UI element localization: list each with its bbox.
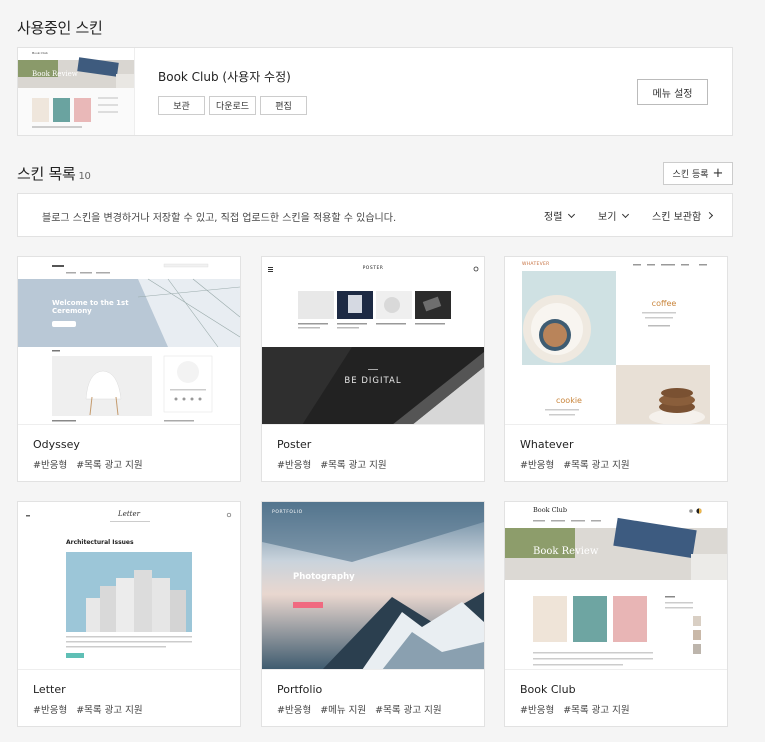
skin-card-odyssey[interactable]: Welcome to the 1st Ceremony Odyssey #반응형… — [17, 256, 241, 482]
skin-list-toolbar: 블로그 스킨을 변경하거나 저장할 수 있고, 직접 업로드한 스킨을 적용할 … — [17, 193, 733, 237]
chevron-right-icon — [706, 211, 714, 220]
chevron-down-icon — [568, 210, 576, 218]
skin-thumbnail-odyssey: Welcome to the 1st Ceremony — [18, 257, 240, 425]
portfolio-thumb-brand: PORTFOLIO — [272, 510, 303, 515]
skin-tag: #목록 광고 지원 — [563, 460, 630, 471]
plus-icon: + — [712, 166, 724, 181]
letter-thumb-brand: Letter — [118, 510, 140, 518]
skin-name: Book Club — [520, 683, 576, 696]
skin-thumbnail-poster: POSTER BE DIGITAL — [262, 257, 484, 425]
sort-dropdown[interactable]: 정렬 — [544, 208, 576, 223]
skin-tag: #반응형 — [277, 705, 312, 716]
skin-card-letter[interactable]: Letter Architectural Issues Letter #반응형 … — [17, 501, 241, 727]
skin-tags: #반응형 #목록 광고 지원 — [33, 457, 143, 471]
chevron-down-icon — [622, 210, 630, 218]
current-skin-heading: 사용중인 스킨 — [17, 19, 103, 37]
current-skin-name: Book Club (사용자 수정) — [158, 70, 291, 84]
skin-name: Letter — [33, 683, 66, 696]
skin-count: 10 — [78, 171, 91, 182]
skin-card-whatever[interactable]: WHATEVER coffee cookie Whatever #반응형 #목록… — [504, 256, 728, 482]
skin-tag: #반응형 — [277, 460, 312, 471]
skin-tags: #반응형 #목록 광고 지원 — [520, 457, 630, 471]
skin-storage-link[interactable]: 스킨 보관함 — [652, 208, 714, 223]
current-skin-panel: Book Club Book Review Book Club (사용자 수정)… — [17, 47, 733, 136]
register-skin-button[interactable]: 스킨 등록 + — [663, 162, 733, 185]
skin-list-title: 스킨 목록 — [17, 165, 76, 183]
skin-thumbnail-portfolio: PORTFOLIO Photography — [262, 502, 484, 670]
save-button[interactable]: 보관 — [158, 96, 205, 115]
skin-thumbnail-book-club: Book Club Book Review — [505, 502, 727, 670]
whatever-thumb-cookie: cookie — [556, 396, 582, 405]
letter-thumb-title: Architectural Issues — [66, 539, 134, 546]
skin-tag: #반응형 — [33, 705, 68, 716]
skin-tag: #목록 광고 지원 — [320, 460, 387, 471]
book-club-thumb-title: Book Review — [533, 546, 599, 557]
skin-tag: #목록 광고 지원 — [563, 705, 630, 716]
current-thumb-title: Book Review — [32, 70, 78, 78]
view-dropdown[interactable]: 보기 — [598, 208, 630, 223]
skin-thumbnail-whatever: WHATEVER coffee cookie — [505, 257, 727, 425]
download-button[interactable]: 다운로드 — [209, 96, 256, 115]
skin-tag: #목록 광고 지원 — [76, 705, 143, 716]
svg-text:Book Club: Book Club — [32, 51, 48, 55]
skin-name: Portfolio — [277, 683, 323, 696]
skin-card-portfolio[interactable]: PORTFOLIO Photography Portfolio #반응형 #메뉴… — [261, 501, 485, 727]
skin-tags: #반응형 #목록 광고 지원 — [33, 702, 143, 716]
portfolio-thumb-title: Photography — [293, 572, 355, 582]
skin-list-heading: 스킨 목록 10 — [17, 163, 91, 184]
current-skin-thumbnail[interactable]: Book Club Book Review — [18, 48, 135, 135]
skin-card-book-club[interactable]: Book Club Book Review Book Club #반응형 #목록… — [504, 501, 728, 727]
skin-thumbnail-letter: Letter Architectural Issues — [18, 502, 240, 670]
poster-thumb-title: BE DIGITAL — [344, 376, 402, 386]
skin-tag: #메뉴 지원 — [320, 705, 367, 716]
skin-storage-label: 스킨 보관함 — [652, 212, 702, 223]
current-skin-actions: 보관 다운로드 편집 — [158, 96, 307, 115]
skin-name: Odyssey — [33, 438, 80, 451]
view-label: 보기 — [598, 212, 617, 223]
skin-name: Poster — [277, 438, 312, 451]
register-skin-label: 스킨 등록 — [672, 170, 709, 180]
skin-card-poster[interactable]: POSTER BE DIGITAL Poster #반응형 #목록 광고 지원 — [261, 256, 485, 482]
skin-tags: #반응형 #목록 광고 지원 — [520, 702, 630, 716]
whatever-thumb-brand: WHATEVER — [522, 262, 550, 267]
skin-tag: #목록 광고 지원 — [375, 705, 442, 716]
poster-thumb-brand: POSTER — [362, 266, 384, 271]
skin-tag: #반응형 — [520, 705, 555, 716]
sort-label: 정렬 — [544, 212, 563, 223]
skin-tag: #반응형 — [520, 460, 555, 471]
whatever-thumb-coffee: coffee — [651, 299, 677, 308]
menu-settings-button[interactable]: 메뉴 설정 — [637, 79, 708, 105]
skin-tag: #반응형 — [33, 460, 68, 471]
skin-tags: #반응형 #목록 광고 지원 — [277, 457, 387, 471]
skin-list-description: 블로그 스킨을 변경하거나 저장할 수 있고, 직접 업로드한 스킨을 적용할 … — [42, 213, 397, 224]
skin-tag: #목록 광고 지원 — [76, 460, 143, 471]
book-club-thumb-brand: Book Club — [533, 506, 568, 514]
odyssey-thumb-title: Welcome to the 1st Ceremony — [52, 299, 129, 316]
skin-tags: #반응형 #메뉴 지원 #목록 광고 지원 — [277, 702, 442, 716]
edit-button[interactable]: 편집 — [260, 96, 307, 115]
skin-name: Whatever — [520, 438, 574, 451]
